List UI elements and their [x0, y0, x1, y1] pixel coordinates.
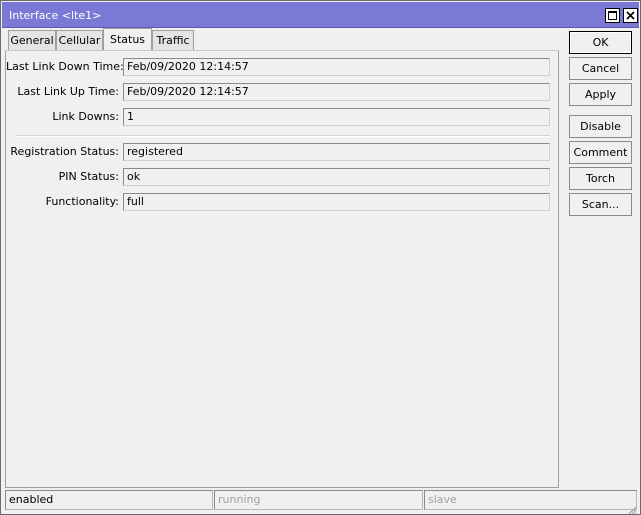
- title-bar[interactable]: Interface <lte1>: [2, 2, 639, 28]
- status-panel: Last Link Down Time: Feb/09/2020 12:14:5…: [5, 50, 559, 488]
- functionality-row: Functionality: full: [6, 193, 558, 211]
- cancel-button[interactable]: Cancel: [569, 57, 632, 80]
- link-downs-value: 1: [123, 108, 550, 126]
- tab-cellular[interactable]: Cellular: [56, 30, 103, 51]
- resize-grip-icon[interactable]: [627, 506, 637, 514]
- status-enabled: enabled: [5, 490, 213, 510]
- link-downs-label: Link Downs:: [52, 110, 119, 123]
- status-bar: enabled running slave: [5, 490, 637, 510]
- tab-traffic[interactable]: Traffic: [152, 30, 194, 51]
- disable-button[interactable]: Disable: [569, 115, 632, 138]
- last-link-down-time-value: Feb/09/2020 12:14:57: [123, 58, 550, 76]
- registration-status-label: Registration Status:: [10, 145, 119, 158]
- torch-button[interactable]: Torch: [569, 167, 632, 190]
- close-icon[interactable]: [623, 8, 638, 23]
- comment-button[interactable]: Comment: [569, 141, 632, 164]
- functionality-value: full: [123, 193, 550, 211]
- status-slave: slave: [424, 490, 637, 510]
- interface-window: Interface <lte1> General Cellular Status…: [0, 0, 641, 515]
- status-running: running: [214, 490, 423, 510]
- separator: [16, 135, 550, 137]
- last-link-up-time-row: Last Link Up Time: Feb/09/2020 12:14:57: [6, 83, 558, 101]
- last-link-down-time-row: Last Link Down Time: Feb/09/2020 12:14:5…: [6, 58, 558, 76]
- pin-status-label: PIN Status:: [58, 170, 119, 183]
- last-link-up-time-value: Feb/09/2020 12:14:57: [123, 83, 550, 101]
- pin-status-value: ok: [123, 168, 550, 186]
- maximize-icon[interactable]: [605, 8, 620, 23]
- last-link-up-time-label: Last Link Up Time:: [17, 85, 119, 98]
- tab-status[interactable]: Status: [103, 28, 152, 50]
- last-link-down-time-label: Last Link Down Time:: [6, 60, 124, 73]
- tab-general[interactable]: General: [8, 30, 56, 51]
- scan-button[interactable]: Scan...: [569, 193, 632, 216]
- link-downs-row: Link Downs: 1: [6, 108, 558, 126]
- pin-status-row: PIN Status: ok: [6, 168, 558, 186]
- registration-status-value: registered: [123, 143, 550, 161]
- registration-status-row: Registration Status: registered: [6, 143, 558, 161]
- apply-button[interactable]: Apply: [569, 83, 632, 106]
- window-title: Interface <lte1>: [9, 9, 102, 22]
- functionality-label: Functionality:: [45, 195, 119, 208]
- ok-button[interactable]: OK: [569, 31, 632, 54]
